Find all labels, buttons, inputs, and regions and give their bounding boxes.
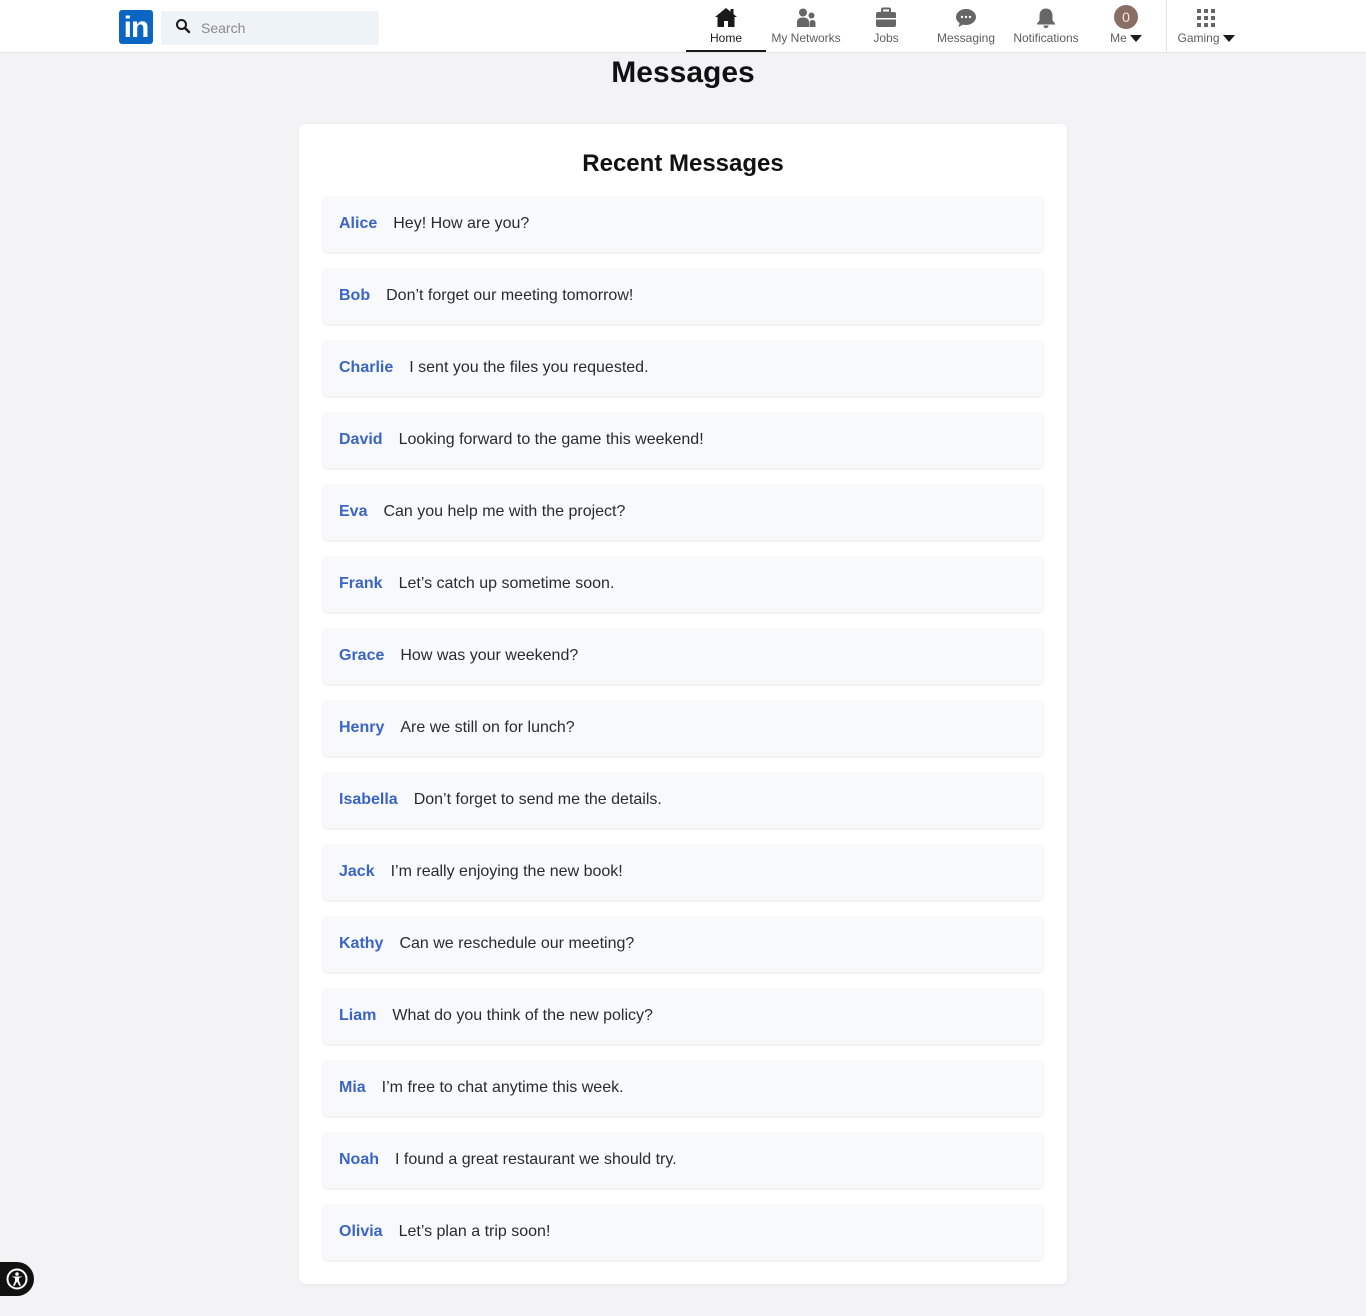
nav-me-label: Me [1110, 31, 1127, 45]
search-box[interactable] [161, 11, 379, 45]
message-preview: I’m really enjoying the new book! [390, 863, 623, 880]
avatar: 0 [1114, 5, 1138, 29]
nav-gaming-label: Gaming [1177, 31, 1220, 45]
linkedin-logo[interactable]: in [119, 10, 153, 44]
accessibility-button[interactable] [0, 1262, 34, 1296]
message-item[interactable]: Grace How was your weekend? [323, 628, 1043, 684]
message-item[interactable]: Alice Hey! How are you? [323, 196, 1043, 252]
card-title: Recent Messages [582, 150, 784, 177]
message-sender[interactable]: Charlie [339, 359, 393, 377]
message-sender[interactable]: Bob [339, 287, 370, 305]
accessibility-icon [6, 1268, 28, 1290]
message-item[interactable]: Bob Don’t forget our meeting tomorrow! [323, 268, 1043, 324]
message-item[interactable]: Mia I’m free to chat anytime this week. [323, 1060, 1043, 1116]
message-item[interactable]: David Looking forward to the game this we… [323, 412, 1043, 468]
message-sender[interactable]: Kathy [339, 935, 383, 953]
message-sender[interactable]: Isabella [339, 791, 398, 809]
message-preview: Can you help me with the project? [383, 503, 626, 520]
bell-icon [1037, 8, 1055, 28]
message-preview: I sent you the files you requested. [409, 359, 649, 376]
nav-jobs-label: Jobs [873, 31, 899, 45]
message-sender[interactable]: Noah [339, 1151, 379, 1169]
message-sender[interactable]: Henry [339, 719, 384, 737]
nav-home-label: Home [709, 31, 742, 45]
chevron-down-icon [1222, 35, 1235, 43]
chevron-down-icon [1129, 35, 1142, 43]
message-item[interactable]: Noah I found a great restaurant we should… [323, 1132, 1043, 1188]
message-sender[interactable]: Liam [339, 1007, 376, 1025]
message-preview: Let’s catch up sometime soon. [398, 575, 615, 592]
search-input[interactable] [201, 11, 371, 45]
nav-notifications-label: Notifications [1013, 31, 1079, 45]
nav-my-networks[interactable]: My Networks [766, 0, 846, 52]
nav-jobs[interactable]: Jobs [846, 0, 926, 52]
message-preview: I’m free to chat anytime this week. [381, 1079, 624, 1096]
message-list: Alice Hey! How are you? Bob Don’t forget ou… [323, 196, 1043, 1276]
message-item[interactable]: Eva Can you help me with the project? [323, 484, 1043, 540]
message-preview: Don’t forget to send me the details. [413, 791, 662, 808]
message-preview: Looking forward to the game this weekend… [398, 431, 704, 448]
message-preview: Hey! How are you? [393, 215, 530, 232]
top-navbar: in Home My Networks Jobs [0, 0, 1366, 53]
message-preview: Can we reschedule our meeting? [399, 935, 635, 952]
home-icon [715, 8, 737, 27]
message-sender[interactable]: Mia [339, 1079, 366, 1097]
briefcase-icon [876, 7, 896, 27]
message-sender[interactable]: Frank [339, 575, 383, 593]
message-preview: Don’t forget our meeting tomorrow! [386, 287, 634, 304]
nav-my-networks-label: My Networks [771, 31, 841, 45]
message-sender[interactable]: Olivia [339, 1223, 383, 1241]
message-preview: I found a great restaurant we should try… [395, 1151, 677, 1168]
message-sender[interactable]: Grace [339, 647, 384, 665]
message-preview: Let’s plan a trip soon! [398, 1223, 551, 1240]
message-item[interactable]: Liam What do you think of the new policy? [323, 988, 1043, 1044]
search-icon [176, 19, 191, 34]
people-icon [797, 8, 816, 27]
nav-notifications[interactable]: Notifications [1006, 0, 1086, 52]
message-item[interactable]: Kathy Can we reschedule our meeting? [323, 916, 1043, 972]
messages-card: Recent Messages Alice Hey! How are you? Bo… [299, 124, 1067, 1284]
nav-me[interactable]: 0 Me [1086, 0, 1166, 52]
nav-gaming[interactable]: Gaming [1166, 0, 1246, 52]
message-item[interactable]: Charlie I sent you the files you requeste… [323, 340, 1043, 396]
message-sender[interactable]: Jack [339, 863, 375, 881]
message-sender[interactable]: Alice [339, 215, 377, 233]
message-preview: What do you think of the new policy? [392, 1007, 653, 1024]
message-preview: How was your weekend? [400, 647, 579, 664]
page-title: Messages [611, 56, 755, 89]
message-item[interactable]: Isabella Don’t forget to send me the deta… [323, 772, 1043, 828]
message-sender[interactable]: Eva [339, 503, 367, 521]
message-item[interactable]: Frank Let’s catch up sometime soon. [323, 556, 1043, 612]
message-item[interactable]: Olivia Let’s plan a trip soon! [323, 1204, 1043, 1260]
grid-icon [1197, 9, 1215, 27]
message-item[interactable]: Jack I’m really enjoying the new book! [323, 844, 1043, 900]
nav-messaging[interactable]: Messaging [926, 0, 1006, 52]
message-item[interactable]: Henry Are we still on for lunch? [323, 700, 1043, 756]
message-preview: Are we still on for lunch? [400, 719, 575, 736]
chat-icon [956, 9, 976, 27]
nav-home[interactable]: Home [686, 0, 766, 52]
message-sender[interactable]: David [339, 431, 383, 449]
nav-messaging-label: Messaging [936, 31, 996, 45]
